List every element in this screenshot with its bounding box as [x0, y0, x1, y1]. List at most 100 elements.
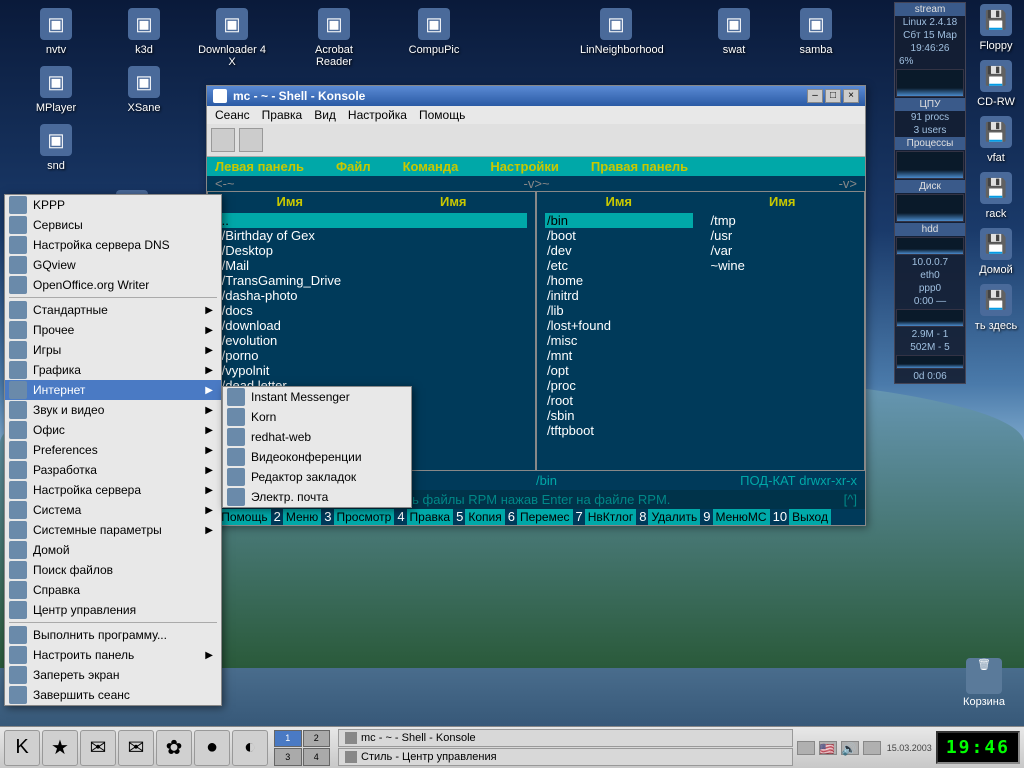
- close-button[interactable]: ×: [843, 89, 859, 103]
- tray-icon[interactable]: [797, 741, 815, 755]
- mc-menu-item[interactable]: Настройки: [490, 159, 559, 174]
- mc-right-panel[interactable]: Имя Имя /bin/boot/dev/etc/home/initrd/li…: [536, 191, 865, 471]
- menu-item[interactable]: Поиск файлов: [5, 560, 221, 580]
- mc-file-item[interactable]: /misc: [545, 333, 693, 348]
- mc-file-item[interactable]: /Desktop: [216, 243, 527, 258]
- mc-file-item[interactable]: /TransGaming_Drive: [216, 273, 527, 288]
- menu-item[interactable]: Прочее▶: [5, 320, 221, 340]
- mc-file-item[interactable]: /bin: [545, 213, 693, 228]
- desktop-icon[interactable]: ▣k3d: [108, 8, 180, 56]
- launcher-button[interactable]: ✉: [80, 730, 116, 766]
- menu-item[interactable]: GQview: [5, 255, 221, 275]
- menu-item[interactable]: Настройка: [348, 108, 407, 122]
- desktop-icon[interactable]: ▣Downloader 4 X: [196, 8, 268, 68]
- mc-menu-item[interactable]: Правая панель: [591, 159, 688, 174]
- menu-item[interactable]: Домой: [5, 540, 221, 560]
- mc-file-item[interactable]: /root: [545, 393, 693, 408]
- mc-file-item[interactable]: /home: [545, 273, 693, 288]
- pager-desktop[interactable]: 4: [303, 748, 331, 766]
- menu-item[interactable]: Настроить панель▶: [5, 645, 221, 665]
- menu-item[interactable]: Системные параметры▶: [5, 520, 221, 540]
- launcher-button[interactable]: ✉: [118, 730, 154, 766]
- pager-desktop[interactable]: 2: [303, 730, 331, 748]
- desktop-icon[interactable]: 💾Floppy: [970, 4, 1022, 52]
- mc-fkey[interactable]: Копия: [465, 509, 504, 525]
- menu-item[interactable]: Игры▶: [5, 340, 221, 360]
- desktop-icon[interactable]: ▣samba: [780, 8, 852, 56]
- launcher-button[interactable]: ●: [194, 730, 230, 766]
- mc-file-item[interactable]: /Birthday of Gex: [216, 228, 527, 243]
- volume-icon[interactable]: 🔊: [841, 741, 859, 755]
- mc-menu-item[interactable]: Команда: [403, 159, 459, 174]
- clock[interactable]: 19:46: [936, 731, 1020, 764]
- titlebar[interactable]: mc - ~ - Shell - Konsole – □ ×: [207, 86, 865, 106]
- mc-file-item[interactable]: /opt: [545, 363, 693, 378]
- desktop-icon[interactable]: 💾rack: [970, 172, 1022, 220]
- menu-item[interactable]: Графика▶: [5, 360, 221, 380]
- menu-item[interactable]: OpenOffice.org Writer: [5, 275, 221, 295]
- mc-file-item[interactable]: /vypolnit: [216, 363, 527, 378]
- mc-file-item[interactable]: /dev: [545, 243, 693, 258]
- desktop-icon[interactable]: 💾CD-RW: [970, 60, 1022, 108]
- desktop-icon[interactable]: ▣Acrobat Reader: [298, 8, 370, 68]
- menu-item[interactable]: Звук и видео▶: [5, 400, 221, 420]
- menu-item[interactable]: Выполнить программу...: [5, 625, 221, 645]
- mc-file-item[interactable]: /usr: [709, 228, 857, 243]
- mc-file-item[interactable]: /mnt: [545, 348, 693, 363]
- menu-item[interactable]: Редактор закладок: [223, 467, 411, 487]
- menu-item[interactable]: redhat-web: [223, 427, 411, 447]
- mc-fkey[interactable]: НвКтлог: [585, 509, 636, 525]
- menu-item[interactable]: Справка: [5, 580, 221, 600]
- mc-fkey[interactable]: Выход: [789, 509, 831, 525]
- menu-item[interactable]: Система▶: [5, 500, 221, 520]
- menu-item[interactable]: Сеанс: [215, 108, 250, 122]
- tray-icon[interactable]: [863, 741, 881, 755]
- kmenu-button[interactable]: K: [4, 730, 40, 766]
- pager-desktop[interactable]: 3: [274, 748, 302, 766]
- mc-file-item[interactable]: /download: [216, 318, 527, 333]
- mc-menu-item[interactable]: Левая панель: [215, 159, 304, 174]
- mc-fkey[interactable]: МенюМС: [713, 509, 770, 525]
- menu-item[interactable]: Интернет▶: [5, 380, 221, 400]
- mc-file-item[interactable]: /evolution: [216, 333, 527, 348]
- launcher-button[interactable]: ◐: [232, 730, 268, 766]
- pager-desktop[interactable]: 1: [274, 730, 302, 748]
- desktop-icon[interactable]: ▣MPlayer: [20, 66, 92, 114]
- menu-item[interactable]: Разработка▶: [5, 460, 221, 480]
- desktop-icon[interactable]: 💾vfat: [970, 116, 1022, 164]
- menu-item[interactable]: Помощь: [419, 108, 465, 122]
- mc-file-item[interactable]: /tmp: [709, 213, 857, 228]
- mc-file-item[interactable]: /tftpboot: [545, 423, 693, 438]
- mc-file-item[interactable]: /Mail: [216, 258, 527, 273]
- mc-file-item[interactable]: /docs: [216, 303, 527, 318]
- menu-item[interactable]: Korn: [223, 407, 411, 427]
- desktop-icon[interactable]: ▣LinNeighborhood: [580, 8, 652, 56]
- mc-file-item[interactable]: /lib: [545, 303, 693, 318]
- mc-file-item[interactable]: /..: [216, 213, 527, 228]
- mc-file-item[interactable]: /var: [709, 243, 857, 258]
- mc-file-item[interactable]: /porno: [216, 348, 527, 363]
- desktop-icon[interactable]: 💾ть здесь: [970, 284, 1022, 332]
- mc-file-item[interactable]: /dasha-photo: [216, 288, 527, 303]
- menu-item[interactable]: Настройка сервера▶: [5, 480, 221, 500]
- desktop-icon[interactable]: ▣XSane: [108, 66, 180, 114]
- mc-file-item[interactable]: /etc: [545, 258, 693, 273]
- mc-fkey[interactable]: Правка: [407, 509, 454, 525]
- desktop-icon[interactable]: 💾Домой: [970, 228, 1022, 276]
- menu-item[interactable]: Центр управления: [5, 600, 221, 620]
- menu-item[interactable]: Instant Messenger: [223, 387, 411, 407]
- toolbar-button[interactable]: [239, 128, 263, 152]
- mc-menu-item[interactable]: Файл: [336, 159, 371, 174]
- desktop-icon[interactable]: ▣swat: [698, 8, 770, 56]
- mc-file-item[interactable]: /lost+found: [545, 318, 693, 333]
- menu-item[interactable]: Вид: [314, 108, 336, 122]
- minimize-button[interactable]: –: [807, 89, 823, 103]
- menu-item[interactable]: Стандартные▶: [5, 300, 221, 320]
- desktop-icon[interactable]: ▣CompuPic: [398, 8, 470, 56]
- launcher-button[interactable]: ★: [42, 730, 78, 766]
- mc-fkey[interactable]: Перемес: [517, 509, 573, 525]
- mc-file-item[interactable]: /initrd: [545, 288, 693, 303]
- menu-item[interactable]: Настройка сервера DNS: [5, 235, 221, 255]
- mc-fkey[interactable]: Помощь: [218, 509, 270, 525]
- menu-item[interactable]: Запереть экран: [5, 665, 221, 685]
